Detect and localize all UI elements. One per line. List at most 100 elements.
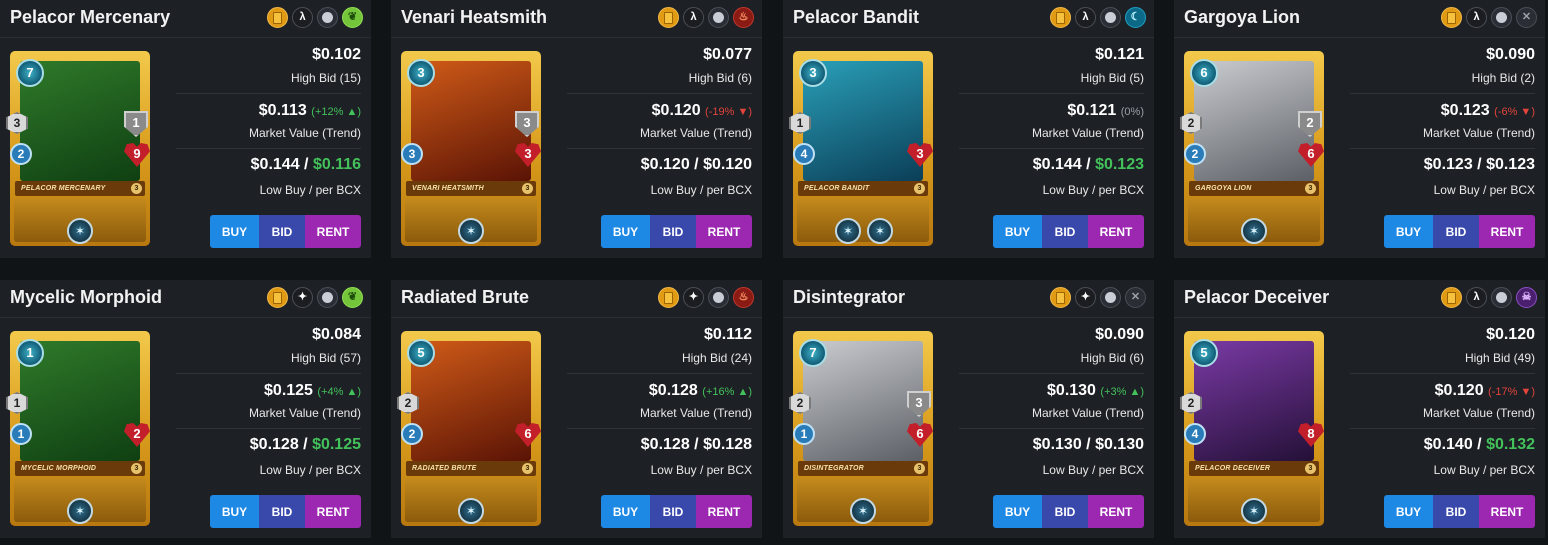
low-buy-label: Low Buy / per BCX bbox=[650, 183, 752, 197]
bid-button[interactable]: BID bbox=[1433, 495, 1479, 528]
low-buy-label: Low Buy / per BCX bbox=[650, 463, 752, 477]
market-value-label: Market Value (Trend) bbox=[639, 126, 752, 140]
card-image[interactable]: 3 1 4 3 Pelacor Bandit 3 ✶ ✶ bbox=[789, 51, 933, 246]
high-bid-label: High Bid (15) bbox=[290, 71, 361, 85]
card-name[interactable]: Disintegrator bbox=[793, 287, 905, 308]
market-value-price: $0.121 bbox=[1067, 102, 1117, 119]
card-image[interactable]: 6 2 2 2 6 Gargoya Lion 3 ✶ bbox=[1180, 51, 1324, 246]
market-value-label: Market Value (Trend) bbox=[248, 406, 361, 420]
rent-button[interactable]: RENT bbox=[696, 495, 752, 528]
edition-icon: ✦ bbox=[1075, 287, 1096, 308]
card-image[interactable]: 5 2 2 6 Radiated Brute 3 ✶ bbox=[397, 331, 541, 526]
low-buy-price: $0.130 bbox=[1032, 436, 1082, 453]
rarity-icon bbox=[267, 7, 288, 28]
foil-icon bbox=[1100, 287, 1121, 308]
market-trend: (-19% ▼) bbox=[705, 106, 752, 118]
rent-button[interactable]: RENT bbox=[1479, 215, 1535, 248]
buy-button[interactable]: BUY bbox=[1384, 215, 1433, 248]
buy-button[interactable]: BUY bbox=[601, 215, 650, 248]
buy-button[interactable]: BUY bbox=[210, 495, 259, 528]
low-buy: $0.123 / $0.123 bbox=[1423, 156, 1535, 173]
card-image[interactable]: 7 3 1 2 9 Pelacor Mercenary 3 ✶ bbox=[6, 51, 150, 246]
element-icon: ❦ bbox=[342, 7, 363, 28]
rent-button[interactable]: RENT bbox=[1088, 495, 1144, 528]
element-icon: ♨ bbox=[733, 7, 754, 28]
low-buy-label: Low Buy / per BCX bbox=[1042, 183, 1144, 197]
card-name-banner: Radiated Brute bbox=[406, 461, 536, 476]
card-level: 3 bbox=[914, 463, 925, 474]
low-buy: $0.144 / $0.116 bbox=[250, 156, 361, 173]
action-buttons: BUY BID RENT bbox=[601, 495, 752, 528]
foil-icon bbox=[708, 7, 729, 28]
speed-icon: 2 bbox=[401, 423, 423, 445]
card-listing: Venari Heatsmith λ ♨ 3 3 3 3 Venari Heat… bbox=[391, 0, 762, 258]
low-buy-label: Low Buy / per BCX bbox=[259, 183, 361, 197]
card-listing-header: Pelacor Bandit λ ☾ bbox=[783, 0, 1154, 38]
divider bbox=[1350, 373, 1535, 374]
card-listing: Disintegrator ✦ ✕ 7 2 3 1 6 Disintegrato… bbox=[783, 280, 1154, 538]
card-name[interactable]: Pelacor Deceiver bbox=[1184, 287, 1329, 308]
bid-button[interactable]: BID bbox=[650, 215, 696, 248]
bid-button[interactable]: BID bbox=[1433, 215, 1479, 248]
card-name[interactable]: Radiated Brute bbox=[401, 287, 529, 308]
low-buy-label: Low Buy / per BCX bbox=[259, 463, 361, 477]
card-badges: ✦ ❦ bbox=[267, 287, 363, 308]
market-trend: (0%) bbox=[1120, 106, 1144, 118]
bid-button[interactable]: BID bbox=[259, 215, 305, 248]
high-bid-label: High Bid (2) bbox=[1471, 71, 1535, 85]
rent-button[interactable]: RENT bbox=[305, 495, 361, 528]
divider bbox=[959, 373, 1144, 374]
card-listing-header: Mycelic Morphoid ✦ ❦ bbox=[0, 280, 371, 318]
card-level: 3 bbox=[522, 463, 533, 474]
market-value-label: Market Value (Trend) bbox=[639, 406, 752, 420]
buy-button[interactable]: BUY bbox=[993, 215, 1042, 248]
ability-icon: ✶ bbox=[835, 218, 861, 244]
card-image[interactable]: 7 2 3 1 6 Disintegrator 3 ✶ bbox=[789, 331, 933, 526]
card-listing: Gargoya Lion λ ✕ 6 2 2 2 6 Gargoya Lion … bbox=[1174, 0, 1545, 258]
per-bcx-price: $0.125 bbox=[312, 436, 361, 453]
card-name[interactable]: Pelacor Mercenary bbox=[10, 7, 170, 28]
market-value: $0.128 (+16% ▲) bbox=[567, 382, 752, 400]
buy-button[interactable]: BUY bbox=[210, 215, 259, 248]
card-listing-header: Disintegrator ✦ ✕ bbox=[783, 280, 1154, 318]
element-icon: ✕ bbox=[1516, 7, 1537, 28]
card-image[interactable]: 5 2 4 8 Pelacor Deceiver 3 ✶ bbox=[1180, 331, 1324, 526]
divider bbox=[959, 148, 1144, 149]
buy-button[interactable]: BUY bbox=[993, 495, 1042, 528]
divider bbox=[567, 148, 752, 149]
bid-button[interactable]: BID bbox=[1042, 495, 1088, 528]
market-trend: (+4% ▲) bbox=[317, 386, 361, 398]
buy-button[interactable]: BUY bbox=[1384, 495, 1433, 528]
low-buy: $0.144 / $0.123 bbox=[1032, 156, 1144, 173]
rent-button[interactable]: RENT bbox=[305, 215, 361, 248]
card-name[interactable]: Pelacor Bandit bbox=[793, 7, 919, 28]
rent-button[interactable]: RENT bbox=[1088, 215, 1144, 248]
card-image[interactable]: 1 1 1 2 Mycelic Morphoid 3 ✶ bbox=[6, 331, 150, 526]
low-buy-price: $0.128 bbox=[249, 436, 299, 453]
card-name[interactable]: Mycelic Morphoid bbox=[10, 287, 162, 308]
mana-icon: 5 bbox=[1190, 339, 1218, 367]
card-name-banner: Mycelic Morphoid bbox=[15, 461, 145, 476]
card-name[interactable]: Venari Heatsmith bbox=[401, 7, 547, 28]
edition-icon: ✦ bbox=[292, 287, 313, 308]
high-bid-label: High Bid (5) bbox=[1080, 71, 1144, 85]
bid-button[interactable]: BID bbox=[1042, 215, 1088, 248]
card-listing: Pelacor Deceiver λ ☠ 5 2 4 8 Pelacor Dec… bbox=[1174, 280, 1545, 538]
rarity-icon bbox=[1441, 7, 1462, 28]
buy-button[interactable]: BUY bbox=[601, 495, 650, 528]
foil-icon bbox=[1491, 7, 1512, 28]
high-bid-price: $0.084 bbox=[312, 326, 361, 343]
edition-icon: ✦ bbox=[683, 287, 704, 308]
card-image[interactable]: 3 3 3 3 Venari Heatsmith 3 ✶ bbox=[401, 51, 541, 246]
rarity-icon bbox=[267, 287, 288, 308]
bid-button[interactable]: BID bbox=[259, 495, 305, 528]
card-name[interactable]: Gargoya Lion bbox=[1184, 7, 1300, 28]
card-listing: Mycelic Morphoid ✦ ❦ 1 1 1 2 Mycelic Mor… bbox=[0, 280, 371, 538]
low-buy: $0.120 / $0.120 bbox=[640, 156, 752, 173]
edition-icon: λ bbox=[292, 7, 313, 28]
rent-button[interactable]: RENT bbox=[1479, 495, 1535, 528]
bid-button[interactable]: BID bbox=[650, 495, 696, 528]
market-trend: (+12% ▲) bbox=[311, 106, 361, 118]
rent-button[interactable]: RENT bbox=[696, 215, 752, 248]
low-buy: $0.130 / $0.130 bbox=[1032, 436, 1144, 453]
